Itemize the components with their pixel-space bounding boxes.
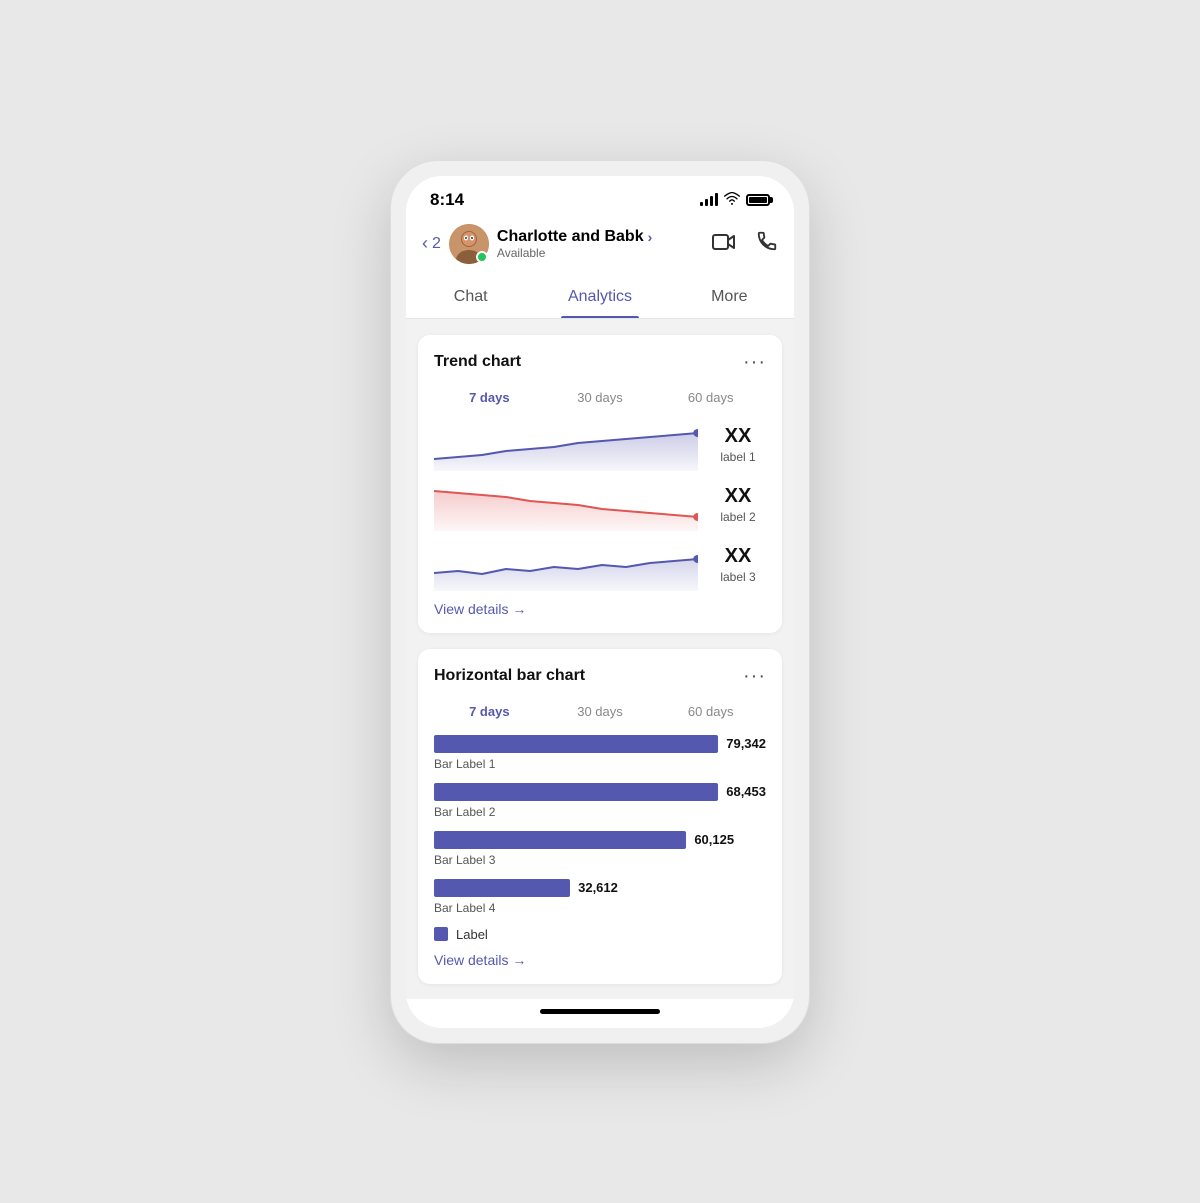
bar-fill-1: [434, 735, 718, 753]
trend-row-1: XX label 1: [434, 421, 766, 471]
bar-30days-button[interactable]: 30 days: [545, 700, 656, 723]
bar-view-details-button[interactable]: View details →: [434, 952, 766, 968]
bar-row-4: 32,612 Bar Label 4: [434, 879, 766, 917]
trend-row-3: XX label 3: [434, 541, 766, 591]
back-chevron-icon: ‹: [422, 233, 428, 254]
trend-chart-title: Trend chart: [434, 353, 521, 371]
trend-row-2: XX label 2: [434, 481, 766, 531]
bar-value-3: 60,125: [694, 832, 734, 847]
signal-icon: [700, 193, 718, 206]
trend-60days-button[interactable]: 60 days: [655, 386, 766, 409]
avatar: [449, 224, 489, 264]
header: ‹ 2: [406, 216, 794, 276]
bar-fill-2: [434, 783, 718, 801]
chart-legend: Label: [434, 927, 766, 942]
back-button[interactable]: ‹ 2: [422, 233, 441, 254]
trend-line-2: [434, 481, 698, 531]
bar-chart-header: Horizontal bar chart ···: [434, 665, 766, 688]
tab-analytics[interactable]: Analytics: [535, 276, 664, 318]
back-count: 2: [432, 235, 441, 253]
battery-icon: [746, 194, 770, 206]
wifi-icon: [724, 192, 740, 208]
bar-label-3: Bar Label 3: [434, 853, 495, 867]
name-chevron-icon: ›: [648, 229, 653, 245]
legend-label: Label: [456, 927, 488, 942]
bar-chart-title: Horizontal bar chart: [434, 667, 585, 685]
main-content: Trend chart ··· 7 days 30 days 60 days: [406, 319, 794, 999]
bar-label-1: Bar Label 1: [434, 757, 495, 771]
phone-screen: 8:14: [406, 176, 794, 1028]
bar-value-2: 68,453: [726, 784, 766, 799]
trend-chart-card: Trend chart ··· 7 days 30 days 60 days: [418, 335, 782, 633]
trend-7days-button[interactable]: 7 days: [434, 386, 545, 409]
status-icons: [700, 192, 770, 208]
home-bar: [540, 1009, 660, 1014]
home-indicator: [406, 999, 794, 1028]
trend-line-3: [434, 541, 698, 591]
contact-status: Available: [497, 246, 652, 260]
trend-30days-button[interactable]: 30 days: [545, 386, 656, 409]
header-actions: [712, 230, 778, 258]
bar-value-4: 32,612: [578, 880, 618, 895]
tab-chat[interactable]: Chat: [406, 276, 535, 318]
online-indicator: [476, 251, 488, 263]
status-time: 8:14: [430, 190, 464, 210]
bar-chart-card: Horizontal bar chart ··· 7 days 30 days …: [418, 649, 782, 984]
trend-view-details-button[interactable]: View details →: [434, 601, 766, 617]
bar-label-2: Bar Label 2: [434, 805, 495, 819]
bar-row-1: 79,342 Bar Label 1: [434, 735, 766, 773]
bar-fill-3: [434, 831, 686, 849]
bar-value-1: 79,342: [726, 736, 766, 751]
phone-frame: 8:14: [390, 160, 810, 1044]
trend-value-2: XX label 2: [710, 485, 766, 526]
trend-value-3: XX label 3: [710, 545, 766, 586]
legend-swatch: [434, 927, 448, 941]
phone-call-icon[interactable]: [756, 230, 778, 258]
trend-value-1: XX label 1: [710, 425, 766, 466]
status-bar: 8:14: [406, 176, 794, 216]
bar-label-4: Bar Label 4: [434, 901, 495, 915]
trend-line-1: [434, 421, 698, 471]
bar-chart-more-button[interactable]: ···: [743, 665, 766, 688]
contact-info: Charlotte and Babk › Available: [497, 228, 652, 260]
bar-row-3: 60,125 Bar Label 3: [434, 831, 766, 869]
contact-name: Charlotte and Babk ›: [497, 228, 652, 246]
trend-chart-header: Trend chart ···: [434, 351, 766, 374]
bar-fill-4: [434, 879, 570, 897]
trend-time-selector: 7 days 30 days 60 days: [434, 386, 766, 409]
header-left: ‹ 2: [422, 224, 652, 264]
trend-chart-more-button[interactable]: ···: [743, 351, 766, 374]
bar-7days-button[interactable]: 7 days: [434, 700, 545, 723]
bar-row-2: 68,453 Bar Label 2: [434, 783, 766, 821]
video-call-icon[interactable]: [712, 231, 736, 257]
bar-time-selector: 7 days 30 days 60 days: [434, 700, 766, 723]
tab-bar: Chat Analytics More: [406, 276, 794, 319]
tab-more[interactable]: More: [665, 276, 794, 318]
bar-60days-button[interactable]: 60 days: [655, 700, 766, 723]
